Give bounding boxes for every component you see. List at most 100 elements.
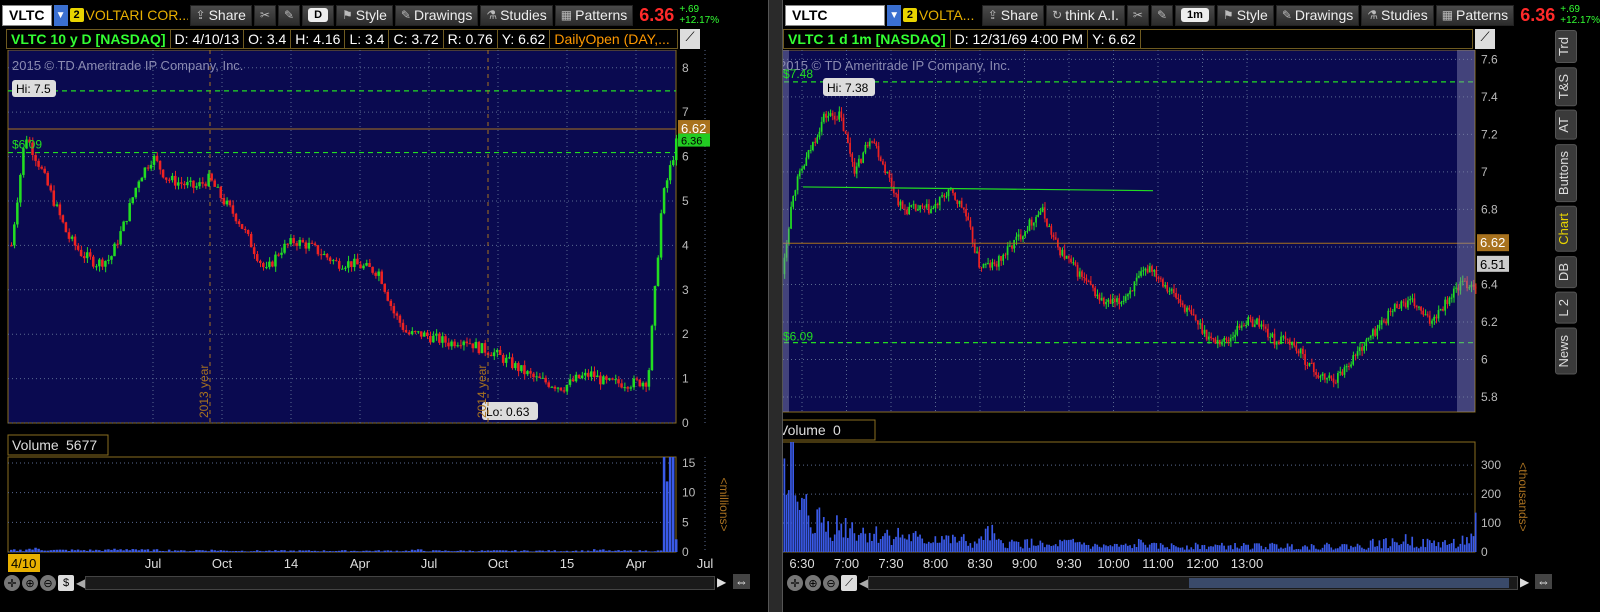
- volume-bar: [79, 550, 83, 552]
- expand-icon[interactable]: ⇔: [1535, 574, 1552, 589]
- scroll-right-icon[interactable]: ▶: [717, 575, 726, 589]
- side-tab-news[interactable]: News: [1555, 327, 1577, 375]
- patterns-button[interactable]: ▦ Patterns: [554, 4, 634, 26]
- ruler-button[interactable]: ✂: [1126, 4, 1149, 26]
- share-button[interactable]: ⇪ Share: [981, 4, 1045, 26]
- zoom-out-icon[interactable]: ⊖: [40, 575, 56, 591]
- left-chart-svg[interactable]: 0 1 2 3 4 5 6 7 8 Jul Oct 14 Apr Jul Oct 15 Apr Jul 0 5 10 15…: [0, 50, 745, 590]
- ruler-button[interactable]: ✂: [253, 4, 276, 26]
- candle-body: [1109, 299, 1112, 304]
- candle-body: [61, 215, 65, 223]
- volume-bar: [1466, 537, 1468, 552]
- style-button[interactable]: ⚑ Style: [1216, 4, 1274, 26]
- left-scrollbar[interactable]: [85, 576, 715, 590]
- last-price: 6.36: [1520, 4, 1556, 25]
- candle-body: [37, 160, 40, 167]
- scrollbar-thumb[interactable]: [1189, 578, 1509, 588]
- candle-body: [1372, 329, 1374, 336]
- candle-body: [1194, 315, 1197, 321]
- volume-bar: [471, 551, 475, 552]
- volume-bar: [1011, 539, 1013, 552]
- side-tab-ts[interactable]: T&S: [1555, 67, 1577, 107]
- volume-bar: [1019, 546, 1022, 552]
- candle-body: [617, 379, 620, 384]
- drawings-button[interactable]: ✎ Drawings: [1275, 4, 1360, 26]
- candle-body: [580, 375, 584, 379]
- alert-badge[interactable]: 2: [903, 8, 917, 22]
- volume-bar: [177, 550, 180, 552]
- right-symbol-input[interactable]: VLTC: [785, 4, 886, 26]
- pane-divider[interactable]: [768, 0, 783, 612]
- share-button[interactable]: ⇪ Share: [189, 4, 252, 26]
- right-scrollbar[interactable]: [868, 576, 1518, 590]
- candle-body: [380, 271, 383, 284]
- candle-body: [307, 242, 311, 249]
- volume-bar: [447, 550, 450, 552]
- candle-body: [164, 177, 168, 180]
- candle-body: [605, 376, 608, 380]
- volume-bar: [46, 550, 49, 552]
- drawings-button[interactable]: ✎ Drawings: [394, 4, 479, 26]
- volume-bar: [1341, 544, 1344, 552]
- candle-body: [1067, 255, 1070, 259]
- candle-body: [286, 243, 289, 245]
- zoom-pan-icon[interactable]: ✛: [4, 575, 20, 591]
- zoom-pan-icon[interactable]: ✛: [787, 575, 803, 591]
- candle-body: [210, 173, 213, 181]
- candle-body: [1415, 306, 1418, 308]
- candle-body: [882, 161, 884, 165]
- scroll-left-icon[interactable]: ◀: [859, 576, 868, 590]
- chevron-down-icon[interactable]: ▼: [53, 4, 68, 26]
- style-button[interactable]: ⚑ Style: [336, 4, 393, 26]
- zoom-in-icon[interactable]: ⊕: [805, 575, 821, 591]
- volume-bar: [1474, 512, 1477, 552]
- volume-bar: [523, 550, 526, 552]
- volume-bar: [653, 551, 657, 552]
- scroll-right-icon[interactable]: ▶: [1520, 575, 1529, 589]
- chart-style-icon[interactable]: ⟋: [1475, 29, 1495, 49]
- think-ai-button[interactable]: ↻ think A.I.: [1046, 4, 1125, 26]
- aggregation-button[interactable]: 1m: [1175, 4, 1215, 26]
- patterns-button[interactable]: ▦ Patterns: [1435, 4, 1515, 26]
- candle-body: [798, 170, 801, 177]
- zoom-in-icon[interactable]: ⊕: [22, 575, 38, 591]
- volume-bar: [158, 550, 162, 552]
- volume-bar: [602, 549, 605, 552]
- candle-body: [886, 171, 889, 174]
- left-symbol-input[interactable]: VLTC: [2, 4, 52, 26]
- settings-button[interactable]: ✎: [1150, 4, 1174, 26]
- volume-bar: [668, 457, 672, 552]
- studies-button[interactable]: ⚗ Studies: [1361, 4, 1434, 26]
- right-chart-svg[interactable]: 5.866.26.46.66.877.27.47.66:307:007:308:…: [783, 50, 1553, 590]
- side-tab-db[interactable]: DB: [1555, 255, 1577, 288]
- settings-button[interactable]: ✎: [278, 4, 301, 26]
- candle-body: [864, 144, 867, 153]
- volume-bar: [860, 533, 862, 552]
- volume-bar: [529, 551, 532, 552]
- volume-bar: [170, 551, 174, 552]
- aggregation-button[interactable]: D: [302, 4, 335, 26]
- side-tab-chart[interactable]: Chart: [1555, 206, 1577, 252]
- y-tick-label: 7: [682, 105, 689, 119]
- volume-bar: [801, 497, 803, 552]
- dollar-icon[interactable]: $: [58, 575, 74, 591]
- open-price-label: $6.09: [783, 330, 813, 344]
- candle-body: [49, 185, 53, 191]
- side-tab-trd[interactable]: Trd: [1555, 30, 1577, 64]
- volume-bar: [40, 550, 43, 552]
- chevron-down-icon[interactable]: ▼: [887, 4, 902, 26]
- volume-bar: [64, 549, 68, 552]
- zoom-out-icon[interactable]: ⊖: [823, 575, 839, 591]
- side-tab-l2[interactable]: L 2: [1555, 291, 1577, 324]
- studies-button[interactable]: ⚗ Studies: [480, 4, 553, 26]
- volume-bar: [1242, 543, 1245, 552]
- side-tab-buttons[interactable]: Buttons: [1555, 143, 1577, 203]
- draw-line-icon[interactable]: ⟋: [841, 575, 857, 591]
- alert-badge[interactable]: 2: [69, 8, 84, 22]
- scroll-left-icon[interactable]: ◀: [76, 576, 85, 590]
- expand-icon[interactable]: ⇔: [733, 574, 750, 589]
- candle-body: [1439, 308, 1442, 311]
- side-tab-at[interactable]: AT: [1555, 110, 1577, 140]
- chart-style-icon[interactable]: ⟋: [680, 29, 700, 49]
- volume-bar: [98, 550, 101, 552]
